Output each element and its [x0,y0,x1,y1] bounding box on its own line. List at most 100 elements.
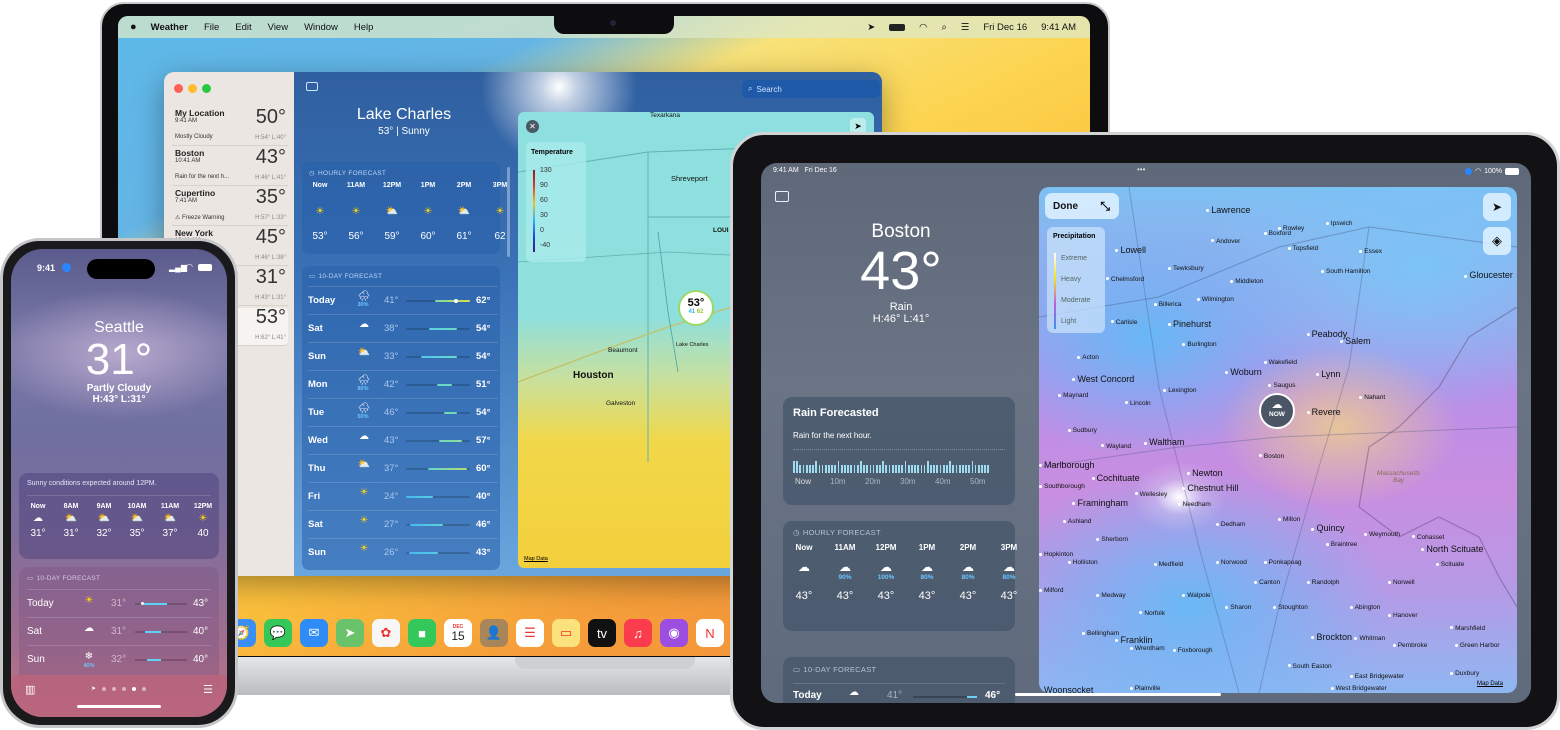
now-pin[interactable]: ☁ NOW [1259,393,1295,429]
dock-app-calendar[interactable]: DEC 15 [444,619,472,647]
partly-cloudy-icon: ⛅ [163,513,177,524]
contacts-icon: 👤 [485,625,503,640]
location-pin[interactable]: 53° 41 62 [678,290,714,326]
map-place-label: Stoughton [1273,604,1308,611]
menu-window[interactable]: Window [304,22,338,33]
rain-bar [914,465,916,473]
rain-axis-label: 10m [830,477,846,486]
map-data-link[interactable]: Map Data [524,556,548,562]
apple-logo-icon[interactable]: ● [130,21,137,33]
dock-app-reminders[interactable]: ☰ [516,619,544,647]
ten-day-row[interactable]: Today 🌧 30% 41° 62° [308,286,498,314]
map-data-link[interactable]: Map Data [1477,681,1503,687]
low-temp: 33° [384,351,399,362]
ten-day-row[interactable]: Sat ☀ 27° 46° [308,510,498,538]
multitasking-dots[interactable]: ••• [1137,165,1145,174]
dock-app-podcasts[interactable]: ◉ [660,619,688,647]
done-button[interactable]: Done ⤡ [1045,193,1119,219]
battery-icon[interactable] [889,23,906,31]
ten-day-row[interactable]: Sun ❄ 40% 32° 40° [27,645,211,673]
precip-chance: 30% [357,302,369,308]
legend-gradient [1054,253,1056,329]
ten-day-row[interactable]: Sat ☁ 31° 40° [27,617,211,645]
wifi-icon[interactable]: ◠ [919,22,927,33]
dock-app-mail[interactable]: ✉ [300,619,328,647]
partly-cloudy-icon: ⛅ [97,513,111,524]
search-placeholder: Search [756,84,782,94]
high-temp: 54° [476,407,491,418]
ten-day-row[interactable]: Sat ☁ 38° 54° [308,314,498,342]
menu-app-weather[interactable]: Weather [151,22,188,33]
location-item[interactable]: Cupertino 7:41 AM ⚠ Freeze Warning 35° H:57°… [172,186,288,226]
hour-label: 2PM [959,543,977,552]
control-center-icon[interactable]: ☰ [961,22,970,33]
location-hilo: H:57° L:33° [255,215,286,221]
location-arrow-button[interactable]: ➤ [1483,193,1511,221]
location-arrow-icon[interactable]: ➤ [867,22,875,33]
sidebar-icon[interactable] [775,191,789,202]
collapse-icon[interactable]: ⤡ [1100,199,1110,214]
sun-icon: ☀ [423,206,433,217]
dock-app-photos[interactable]: ✿ [372,619,400,647]
rain-bar [818,465,821,473]
ten-day-row[interactable]: Today ☁ 41° 46° [793,683,1005,701]
ten-day-row[interactable]: Thu ⛅ 37° 60° [308,454,498,482]
close-window-button[interactable] [174,84,183,93]
map-icon[interactable]: ▥ [25,683,35,696]
ten-day-forecast-label: ▭ 10-DAY FORECAST [309,272,383,281]
calendar-day: 15 [451,629,465,643]
high-temp: 40° [476,491,491,502]
page-dot[interactable] [102,686,107,691]
page-indicator[interactable]: ➤ [91,685,147,692]
scrollbar[interactable] [507,167,510,257]
menu-time[interactable]: 9:41 AM [1041,22,1076,33]
high-temp: 43° [476,547,491,558]
rain-bar [946,465,948,473]
page-dot[interactable] [142,686,147,691]
search-icon[interactable]: ⌕ [941,22,946,33]
search-field[interactable]: ⌕ Search [742,80,880,98]
close-icon[interactable]: ✕ [526,120,539,133]
list-icon[interactable]: ☰ [203,683,213,696]
ten-day-row[interactable]: Today ☀ 31° 43° [27,589,211,617]
day-label: Today [793,690,822,701]
ten-day-row[interactable]: Mon 🌧 80% 42° 51° [308,370,498,398]
ten-day-row[interactable]: Sun ⛅ 33° 54° [308,342,498,370]
zoom-window-button[interactable] [202,84,211,93]
dock-app-music[interactable]: ♫ [624,619,652,647]
menu-edit[interactable]: Edit [235,22,251,33]
ten-day-row[interactable]: Wed ☁ 43° 57° [308,426,498,454]
hour-label: 2PM [456,182,472,189]
sidebar-icon[interactable] [306,82,318,91]
hourly-item: 12PM ☀ 40 [188,503,218,539]
location-temp: 50° [255,106,286,128]
location-name: New York [175,228,213,238]
hourly-item: 3PM ☁ 80% 43° [994,543,1024,602]
layers-button[interactable]: ◈ [1483,227,1511,255]
dock-app-contacts[interactable]: 👤 [480,619,508,647]
page-dot[interactable] [122,686,127,691]
ipad-screen: 9:41 AM Fri Dec 16 ••• ◠ 100% Boston 43°… [761,163,1531,703]
location-item[interactable]: My Location 9:41 AM Mostly Cloudy 50° H:54° … [172,106,288,146]
menu-help[interactable]: Help [354,22,374,33]
ten-day-row[interactable]: Tue 🌧 50% 46° 54° [308,398,498,426]
dock-app-maps[interactable]: ➤ [336,619,364,647]
dock-app-news[interactable]: N [696,619,724,647]
location-condition: ⚠ Freeze Warning [175,215,225,221]
minimize-window-button[interactable] [188,84,197,93]
menu-view[interactable]: View [268,22,288,33]
dock-app-messages[interactable]: 💬 [264,619,292,647]
page-dot[interactable] [132,686,137,691]
dock-app-facetime[interactable]: ■ [408,619,436,647]
precipitation-map[interactable]: Lawrence Lowell Andover Tewksbury Chelmsford… [1039,187,1517,693]
hourly-item: Now ☀ 53° [308,182,332,242]
map-place-label: Andover [1211,238,1240,245]
ten-day-row[interactable]: Fri ☀ 24° 40° [308,482,498,510]
page-dot[interactable] [112,686,117,691]
ten-day-row[interactable]: Sun ☀ 26° 43° [308,538,498,566]
location-item[interactable]: Boston 10:41 AM Rain for the next h... 43° H… [172,146,288,186]
dock-app-notes[interactable]: ▭ [552,619,580,647]
dock-app-tv[interactable]: tv [588,619,616,647]
menu-date[interactable]: Fri Dec 16 [983,22,1027,33]
menu-file[interactable]: File [204,22,219,33]
